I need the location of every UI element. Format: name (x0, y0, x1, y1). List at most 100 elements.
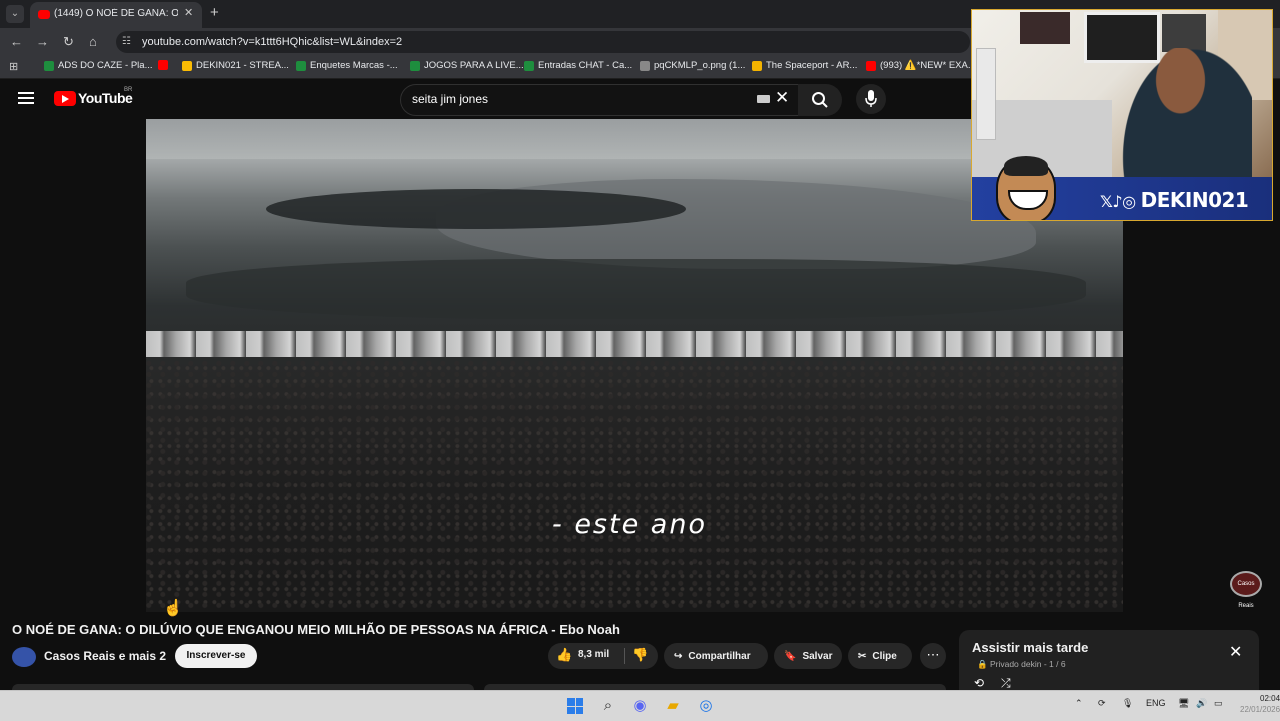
apps-grid-icon[interactable]: ⊞ (9, 60, 18, 73)
bookmark-item[interactable]: ADS DO CAZE - Pla... (44, 60, 153, 71)
bookmark-item[interactable]: (993) ⚠️*NEW* EXA... (866, 60, 976, 71)
reload-icon[interactable]: ↻ (63, 34, 74, 50)
clear-search-icon[interactable]: ✕ (775, 88, 789, 108)
taskbar-search-icon[interactable]: ⌕ (600, 698, 616, 714)
sheets-icon (44, 60, 54, 71)
youtube-logo-icon[interactable] (54, 91, 76, 106)
wall-poster (1020, 12, 1070, 44)
dislike-thumb-icon[interactable]: 👎 (632, 647, 648, 663)
home-icon[interactable]: ⌂ (89, 34, 97, 49)
image-file-icon (640, 60, 650, 71)
bookmark-label: The Spaceport - AR... (766, 60, 858, 71)
sheets-icon (296, 60, 306, 71)
bookmark-item[interactable]: Entradas CHAT - Ca... (524, 60, 632, 71)
save-label: Salvar (802, 650, 833, 662)
spaceport-icon (752, 60, 762, 71)
wall-poster (1162, 14, 1206, 52)
youtube-icon (866, 60, 876, 71)
back-arrow-icon[interactable]: ← (10, 34, 23, 49)
tab-title: (1449) O NOÉ DE GANA: O DILÚ (54, 8, 178, 19)
webcam-overlay: 𝕏♪◎ DEKIN021 (971, 9, 1273, 221)
playlist-info: Privado dekin - 1 / 6 (989, 659, 1066, 669)
video-frame-city (146, 359, 1123, 612)
voice-search-button[interactable] (856, 84, 886, 114)
file-explorer-icon[interactable]: ▰ (665, 698, 681, 714)
bookmark-item[interactable]: pqCKMLP_o.png (1... (640, 60, 745, 71)
close-icon[interactable]: ✕ (1229, 642, 1242, 662)
network-icon[interactable]: 🖥 (1178, 698, 1189, 709)
loop-icon[interactable]: ⟲ (974, 676, 984, 690)
bookmark-item[interactable]: The Spaceport - AR... (752, 60, 857, 71)
bookmark-label: DEKIN021 - STREA... (196, 60, 289, 71)
search-input[interactable]: seita jim jones ✕ (400, 84, 800, 116)
share-label: Compartilhar (688, 650, 751, 662)
bookmark-item[interactable] (158, 60, 168, 70)
sheets-icon (410, 60, 420, 71)
bookmark-item[interactable]: Enquetes Marcas -... (296, 60, 398, 71)
url-text: youtube.com/watch?v=k1ttt6HQhic&list=WL&… (142, 36, 403, 48)
keyboard-icon[interactable] (757, 95, 770, 103)
bookmark-label: Enquetes Marcas -... (310, 60, 398, 71)
drive-icon (182, 60, 192, 71)
share-arrow-icon: ↪ (674, 650, 683, 662)
divider (624, 648, 625, 664)
bookmark-label: Entradas CHAT - Ca... (538, 60, 633, 71)
bookmark-label: (993) ⚠️*NEW* EXA... (880, 60, 976, 71)
url-field[interactable]: ☷ youtube.com/watch?v=k1ttt6HQhic&list=W… (116, 31, 970, 53)
save-button[interactable]: 🔖 Salvar (774, 643, 842, 669)
chrome-icon[interactable]: ◎ (698, 698, 714, 714)
tab-list-chevron-icon[interactable]: ⌄ (6, 5, 24, 23)
playlist-panel: Assistir mais tarde 🔒 Privado dekin - 1 … (959, 630, 1259, 690)
clip-button[interactable]: ✂ Clipe (848, 643, 912, 669)
like-dislike-group: 👍 8,3 mil 👎 (548, 643, 658, 669)
webcam-feed (972, 10, 1272, 177)
share-button[interactable]: ↪ Compartilhar (664, 643, 768, 669)
microphone-icon (865, 90, 877, 107)
new-tab-plus-icon[interactable]: + (210, 4, 219, 21)
sync-icon[interactable]: ⟳ (1098, 698, 1106, 709)
cartoon-avatar-icon (996, 156, 1056, 220)
forward-arrow-icon[interactable]: → (36, 34, 49, 49)
playlist-title[interactable]: Assistir mais tarde (972, 640, 1088, 655)
channel-avatar[interactable] (12, 647, 36, 667)
discord-icon[interactable]: ◉ (632, 698, 648, 714)
search-icon (812, 92, 828, 108)
bookmark-label: ADS DO CAZE - Pla... (58, 60, 153, 71)
system-clock[interactable]: 02:04 22/01/2026 (1240, 693, 1280, 715)
search-button[interactable] (798, 84, 842, 116)
like-thumb-icon[interactable]: 👍 (556, 647, 572, 663)
clock-date: 22/01/2026 (1240, 705, 1280, 714)
bookmark-item[interactable]: DEKIN021 - STREA... (182, 60, 289, 71)
video-frame-land (266, 189, 686, 229)
channel-name[interactable]: Casos Reais e mais 2 (44, 649, 166, 663)
tab-close-icon[interactable]: ✕ (184, 6, 193, 19)
mic-tray-icon[interactable]: 🎙 (1122, 698, 1133, 709)
tray-chevron-icon[interactable]: ⌃ (1075, 698, 1083, 709)
bookmark-item[interactable]: JOGOS PARA A LIVE... (410, 60, 524, 71)
video-subtitle: - este ano (552, 509, 707, 540)
monitor (976, 48, 996, 140)
like-count[interactable]: 8,3 mil (578, 649, 609, 660)
video-title: O NOÉ DE GANA: O DILÚVIO QUE ENGANOU MEI… (12, 622, 620, 637)
windows-start-icon[interactable] (567, 698, 583, 714)
volume-icon[interactable]: 🔊 (1196, 698, 1207, 709)
site-info-icon[interactable]: ☷ (122, 36, 131, 47)
browser-tab-active[interactable]: (1449) O NOÉ DE GANA: O DILÚ ✕ (30, 2, 202, 28)
video-glitch-band (146, 331, 1123, 357)
battery-icon[interactable]: ▭ (1214, 698, 1223, 709)
windows-taskbar: ⌕ ◉ ▰ ◎ ⌃ ⟳ 🎙 ENG 🖥 🔊 ▭ 02:04 22/01/2026 (0, 690, 1280, 721)
clip-label: Clipe (872, 650, 897, 662)
more-actions-icon[interactable]: ⋯ (920, 643, 946, 669)
hamburger-menu-icon[interactable] (18, 92, 34, 104)
bookmark-label: pqCKMLP_o.png (1... (654, 60, 746, 71)
sheets-icon (524, 60, 534, 71)
streamer-handle: 𝕏♪◎ DEKIN021 (1100, 188, 1249, 212)
subscribe-button[interactable]: Inscrever-se (175, 644, 257, 668)
clock-time: 02:04 (1260, 694, 1280, 703)
hand-cursor-icon: ☝ (163, 600, 183, 617)
playlist-subtitle: 🔒 Privado dekin - 1 / 6 (977, 659, 1066, 670)
language-indicator[interactable]: ENG (1146, 698, 1166, 708)
shuffle-icon[interactable]: ⤮ (1001, 676, 1011, 691)
channel-watermark[interactable]: Casos Reais (1230, 571, 1262, 609)
region-code: BR (124, 87, 133, 93)
